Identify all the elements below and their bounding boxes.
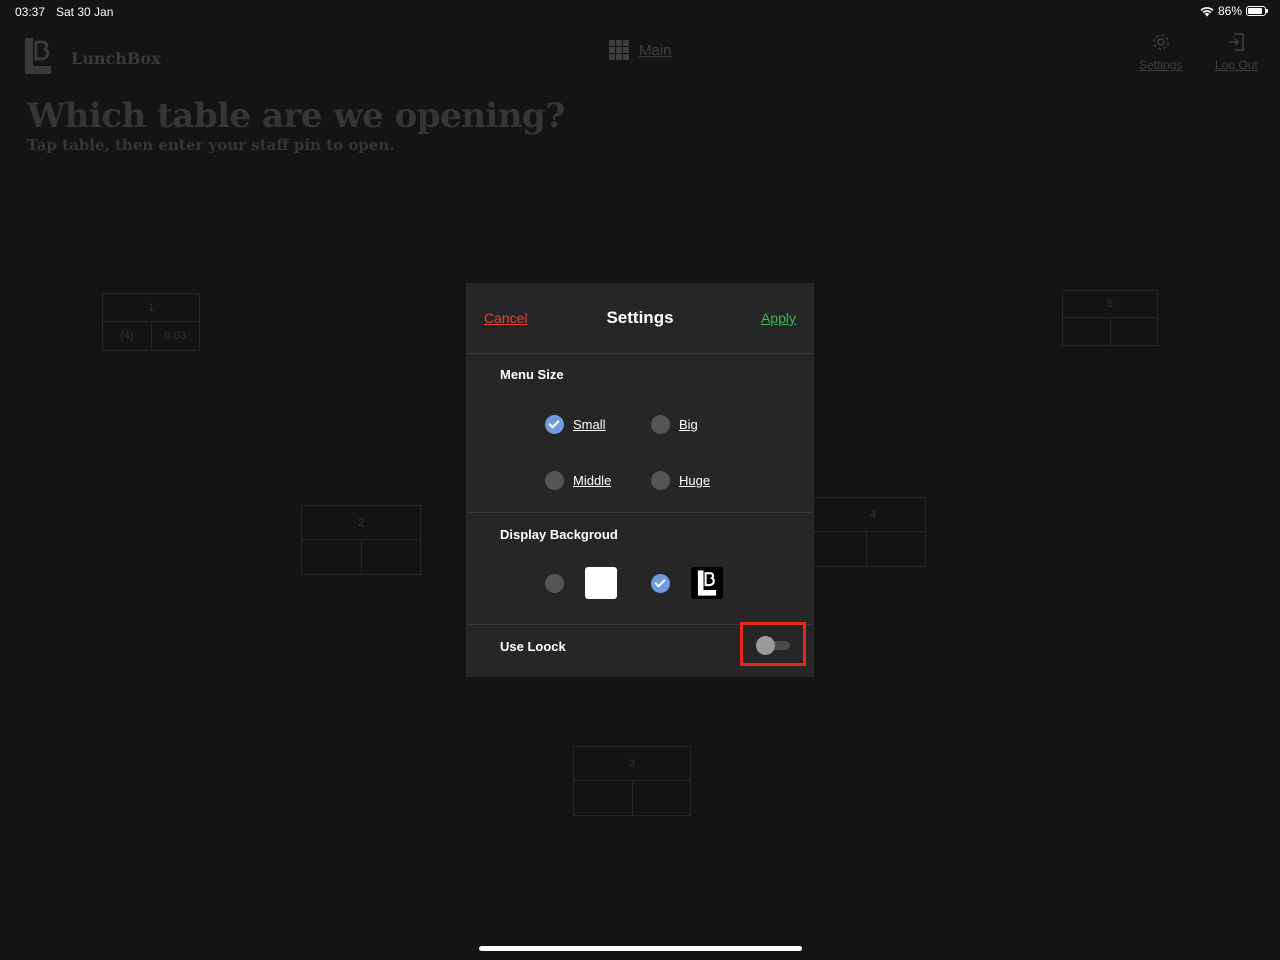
- radio-background-white[interactable]: [545, 574, 564, 593]
- use-lock-label: Use Loock: [500, 639, 566, 654]
- radio-unchecked-icon: [545, 471, 564, 490]
- radio-label: Big: [679, 417, 698, 432]
- apply-button[interactable]: Apply: [761, 310, 796, 326]
- table-time: [1109, 318, 1158, 345]
- lunchbox-logo-icon: [697, 570, 717, 596]
- lunchbox-logo-icon: [25, 38, 51, 74]
- nav-main-label: Main: [639, 41, 672, 59]
- table-guests: [574, 781, 632, 815]
- radio-label: Small: [573, 417, 606, 432]
- grid-icon: [609, 40, 629, 60]
- table-time: [865, 532, 926, 566]
- nav-logout[interactable]: Log Out: [1215, 32, 1258, 72]
- logout-icon: [1229, 33, 1245, 51]
- page-heading: Which table are we opening?: [27, 96, 565, 136]
- brand-name: LunchBox: [71, 49, 161, 68]
- radio-huge[interactable]: Huge: [651, 471, 710, 490]
- table-number: 4: [807, 498, 925, 532]
- table-guests: [302, 540, 361, 574]
- table-time: 0:03: [150, 322, 200, 350]
- table-number: 5: [1063, 291, 1157, 318]
- radio-background-logo[interactable]: [651, 574, 670, 593]
- modal-header: Cancel Settings Apply: [466, 283, 814, 354]
- radio-checked-icon: [545, 415, 564, 434]
- white-background-swatch[interactable]: [585, 567, 617, 599]
- radio-unchecked-icon: [651, 471, 670, 490]
- table-1[interactable]: 1 (4) 0:03: [102, 293, 200, 351]
- table-guests: [1063, 318, 1110, 345]
- table-guests: (4): [120, 330, 134, 342]
- radio-unchecked-icon: [545, 574, 564, 593]
- radio-big[interactable]: Big: [651, 415, 698, 434]
- radio-small[interactable]: Small: [545, 415, 606, 434]
- table-number: 3: [574, 747, 690, 781]
- nav-main[interactable]: Main: [609, 40, 672, 60]
- table-guests: [807, 532, 866, 566]
- home-indicator[interactable]: [479, 946, 802, 951]
- nav-logout-label: Log Out: [1215, 58, 1258, 72]
- gear-icon: [1152, 34, 1169, 50]
- divider: [466, 512, 814, 513]
- table-3[interactable]: 3: [573, 746, 691, 816]
- table-5[interactable]: 5: [1062, 290, 1158, 346]
- table-time: [631, 781, 691, 815]
- radio-middle[interactable]: Middle: [545, 471, 611, 490]
- table-2[interactable]: 2: [301, 505, 421, 575]
- radio-label: Huge: [679, 473, 711, 488]
- radio-unchecked-icon: [651, 415, 670, 434]
- display-background-label: Display Backgroud: [500, 527, 618, 542]
- logo-background-swatch[interactable]: [691, 567, 723, 599]
- nav-settings-label: Settings: [1139, 58, 1183, 72]
- table-number: 1: [103, 294, 199, 322]
- radio-checked-icon: [651, 574, 670, 593]
- table-time: [360, 540, 421, 574]
- highlight-box: [740, 622, 806, 666]
- page-subheading: Tap table, then enter your staff pin to …: [27, 136, 395, 154]
- table-number: 2: [302, 506, 420, 540]
- nav-settings[interactable]: Settings: [1139, 32, 1182, 72]
- radio-label: Middle: [573, 473, 612, 488]
- settings-modal: Cancel Settings Apply Menu Size Small Bi…: [466, 283, 814, 677]
- table-4[interactable]: 4: [806, 497, 926, 567]
- menu-size-label: Menu Size: [500, 367, 564, 382]
